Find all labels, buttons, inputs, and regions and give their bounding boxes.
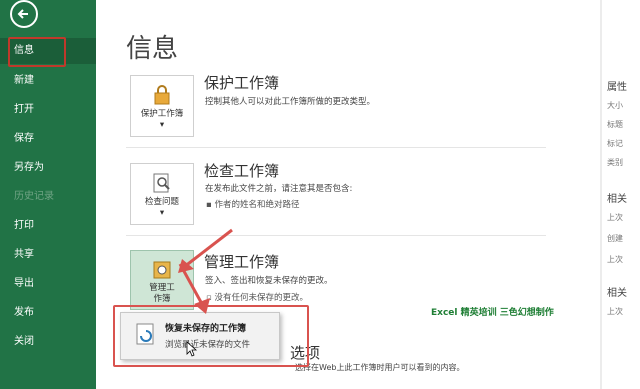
nav-item-publish[interactable]: 发布 [0, 300, 96, 326]
property-key: 标题 [607, 120, 623, 129]
nav-item-history: 历史记录 [14, 191, 54, 202]
related-dates-title: 相关 [607, 194, 627, 205]
divider [126, 147, 546, 148]
property-key: 类别 [607, 158, 623, 167]
inspect-title: 检查工作簿 [204, 162, 280, 180]
inspect-button[interactable]: 检查问题 ▾ [130, 163, 194, 225]
related-people-title: 相关 [607, 288, 627, 299]
inspect-desc: 在发布此文件之前，请注意其是否包含: [205, 184, 353, 194]
manage-status-text: 没有任何未保存的更改。 [214, 293, 308, 303]
inspect-document-icon [153, 173, 170, 193]
nav-item-open[interactable]: 打开 [0, 97, 96, 123]
property-key: 大小 [607, 101, 623, 110]
inspect-button-label: 检查问题 [144, 197, 179, 207]
red-arrow-icon [178, 263, 210, 314]
property-key: 标记 [607, 139, 623, 148]
people-key: 上次 [607, 307, 623, 316]
page-title: 信息 [126, 34, 179, 64]
nav-item-new[interactable]: 新建 [0, 68, 96, 94]
date-key: 创建 [607, 234, 623, 243]
inspect-bullet-text: 作者的姓名和绝对路径 [214, 200, 300, 210]
protect-desc: 控制其他人可以对此工作簿所做的更改类型。 [205, 97, 376, 107]
properties-title: 属性 [607, 82, 627, 93]
date-key: 上次 [607, 255, 623, 264]
watermark: Excel 精英培训 三色幻想制作 [431, 308, 554, 318]
nav-item-close[interactable]: 关闭 [0, 329, 96, 355]
protect-button-label: 保护工作簿 [140, 109, 184, 119]
nav-item-save-as[interactable]: 另存为 [0, 155, 96, 181]
back-button[interactable] [10, 0, 38, 28]
nav-item-share[interactable]: 共享 [0, 242, 96, 268]
options-desc-tail: 选择在Web上此工作簿时用户可以看到的内容。 [295, 363, 465, 372]
nav-item-export[interactable]: 导出 [0, 271, 96, 297]
dropdown-caret: ▾ [159, 208, 165, 218]
protect-workbook-button[interactable]: 保护工作簿 ▾ [130, 75, 194, 137]
right-scroll-edge [600, 0, 602, 389]
nav-item-print[interactable]: 打印 [0, 213, 96, 239]
dropdown-caret: ▾ [159, 120, 165, 130]
date-key: 上次 [607, 213, 623, 222]
back-arrow-icon [17, 9, 28, 19]
inspect-bullet: ▪ 作者的姓名和绝对路径 [206, 200, 300, 210]
info-highlight-box [8, 37, 66, 67]
nav-item-save[interactable]: 保存 [0, 126, 96, 152]
lock-key-icon [154, 85, 170, 105]
protect-title: 保护工作簿 [204, 74, 280, 92]
